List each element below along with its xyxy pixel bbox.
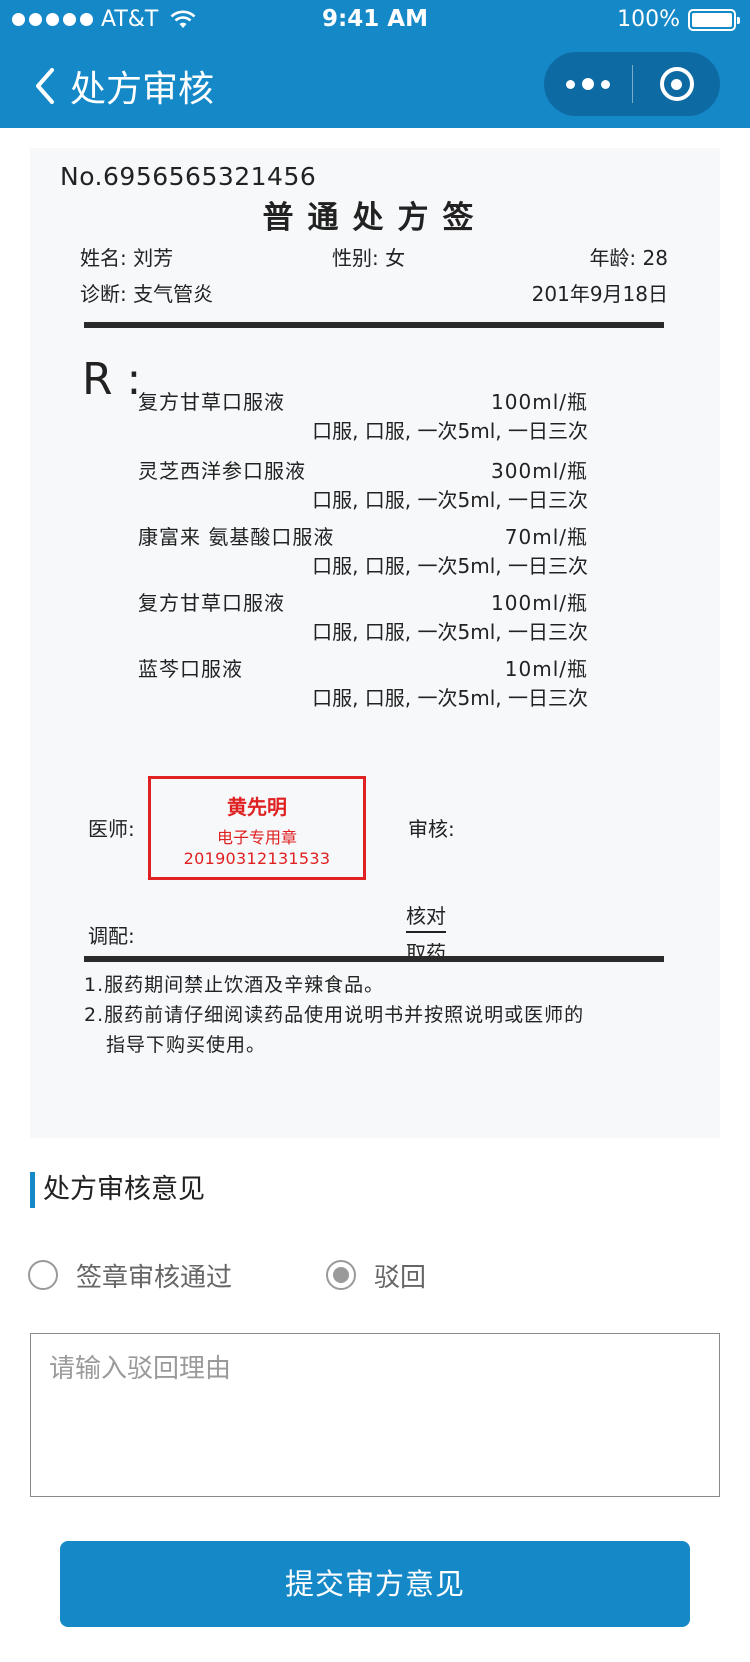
patient-gender: 性别: 女 (332, 242, 405, 271)
age-value: 28 (642, 246, 668, 270)
radio-approve-label[interactable]: 签章审核通过 (76, 1257, 232, 1294)
name-label: 姓名: (80, 246, 127, 270)
page-title: 处方审核 (70, 69, 215, 110)
note-line: 指导下购买使用。 (106, 1034, 267, 1056)
status-bar: AT&T 9:41 AM 100% (0, 0, 750, 40)
stamp-code: 20190312131533 (183, 849, 331, 868)
medicine-name: 康富来 氨基酸口服液 (138, 525, 335, 549)
prescription-number: No.6956565321456 (60, 162, 317, 191)
patient-age: 年龄: 28 (589, 242, 668, 271)
battery-percent: 100% (617, 7, 680, 32)
doctor-e-stamp: 黄先明 电子专用章 20190312131533 (148, 776, 366, 880)
gender-value: 女 (385, 246, 406, 270)
radio-unchecked-icon[interactable] (28, 1260, 58, 1290)
footer-divider (84, 956, 664, 962)
note-line: 2.服药前请仔细阅读药品使用说明书并按照说明或医师的 (84, 1004, 585, 1026)
target-circle-icon (659, 67, 694, 101)
reviewer-label: 审核: (408, 817, 455, 841)
medicine-qty: 100ml/瓶 (491, 591, 588, 615)
stamp-doctor-name: 黄先明 (227, 795, 287, 819)
radio-approve[interactable]: 签章审核通过 (28, 1255, 232, 1295)
prescription-date: 201年9月18日 (531, 282, 668, 306)
patient-diagnosis: 诊断: 支气管炎 (80, 278, 213, 307)
doctor-label: 医师: (88, 817, 135, 841)
rx-symbol: R : (82, 354, 142, 405)
radio-reject-label[interactable]: 驳回 (374, 1257, 426, 1294)
close-button[interactable] (633, 52, 720, 116)
medicine-usage: 口服, 口服, 一次5ml, 一日三次 (312, 554, 588, 578)
medicine-qty: 10ml/瓶 (504, 657, 588, 681)
prescription-title: 普通处方签 (262, 200, 488, 236)
dispenser-label: 调配: (88, 924, 135, 948)
header-divider (84, 322, 664, 328)
age-label: 年龄: (589, 246, 637, 270)
medicine-usage: 口服, 口服, 一次5ml, 一日三次 (312, 488, 588, 512)
gender-label: 性别: (332, 246, 379, 270)
nav-bar: 处方审核 (0, 44, 750, 128)
medicine-usage: 口服, 口服, 一次5ml, 一日三次 (312, 419, 588, 443)
battery-icon (688, 8, 740, 31)
radio-checked-icon[interactable] (326, 1260, 356, 1290)
medicine-name: 灵芝西洋参口服液 (138, 459, 306, 483)
medicine-qty: 100ml/瓶 (491, 390, 588, 414)
chevron-left-icon[interactable] (30, 66, 64, 106)
submit-review-button[interactable]: 提交审方意见 (60, 1541, 690, 1627)
check-label: 核对 (406, 900, 446, 933)
top-bar: AT&T 9:41 AM 100% 处方审核 (0, 0, 750, 128)
medicine-usage: 口服, 口服, 一次5ml, 一日三次 (312, 620, 588, 644)
section-title: 处方审核意见 (30, 1172, 205, 1208)
stamp-type: 电子专用章 (216, 828, 297, 847)
diagnosis-value: 支气管炎 (133, 282, 214, 306)
more-dots-icon[interactable] (544, 52, 632, 116)
radio-reject[interactable]: 驳回 (326, 1255, 426, 1295)
medicine-name: 复方甘草口服液 (138, 591, 285, 615)
prescription-notes: 1.服药期间禁止饮酒及辛辣食品。 2.服药前请仔细阅读药品使用说明书并按照说明或… (84, 970, 684, 1060)
medicine-usage: 口服, 口服, 一次5ml, 一日三次 (312, 686, 588, 710)
mini-program-capsule (544, 52, 720, 116)
patient-name: 姓名: 刘芳 (80, 242, 173, 271)
medicine-qty: 300ml/瓶 (491, 459, 588, 483)
name-value: 刘芳 (133, 246, 174, 270)
note-line: 1.服药期间禁止饮酒及辛辣食品。 (84, 974, 385, 996)
medicine-name: 复方甘草口服液 (138, 390, 285, 414)
diagnosis-label: 诊断: (80, 282, 127, 306)
status-right: 100% (617, 7, 740, 32)
prescription-card: No.6956565321456 普通处方签 姓名: 刘芳 性别: 女 年龄: … (30, 148, 720, 1138)
reject-reason-input[interactable] (30, 1333, 720, 1497)
medicine-qty: 70ml/瓶 (504, 525, 588, 549)
medicine-name: 蓝芩口服液 (138, 657, 243, 681)
